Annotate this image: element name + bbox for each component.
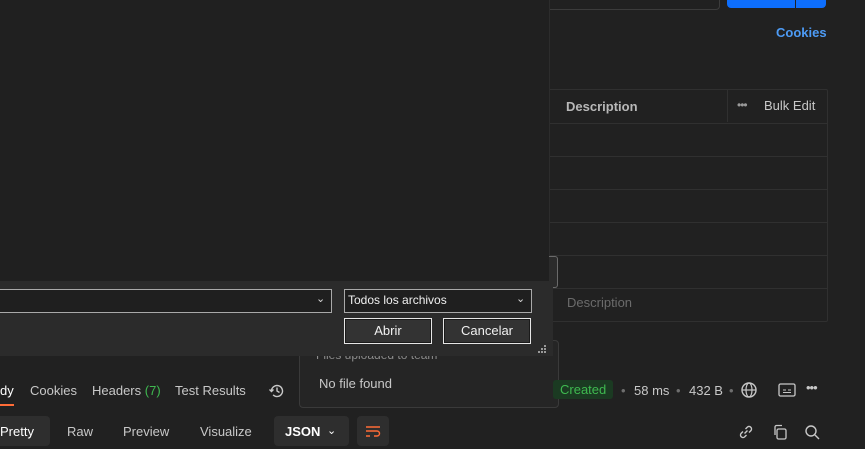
- column-header-description: Description: [566, 99, 638, 114]
- search-icon[interactable]: [803, 423, 821, 441]
- ellipsis-icon[interactable]: •••: [737, 98, 748, 112]
- tab-body[interactable]: dy: [0, 383, 14, 398]
- headers-count: (7): [144, 383, 161, 398]
- open-button[interactable]: Abrir: [344, 318, 432, 344]
- link-icon[interactable]: [737, 423, 755, 441]
- table-row: [541, 189, 827, 190]
- files-popup-empty: No file found: [319, 376, 392, 391]
- response-time[interactable]: 58 ms: [634, 383, 669, 398]
- view-tab-raw[interactable]: Raw: [67, 424, 93, 439]
- wrap-lines-button[interactable]: [357, 416, 389, 446]
- globe-icon[interactable]: [740, 381, 758, 399]
- file-dialog-browser-pane[interactable]: [0, 0, 550, 281]
- table-row: [541, 288, 827, 289]
- file-name-input[interactable]: [0, 289, 332, 313]
- separator-dot: •: [621, 383, 626, 398]
- response-size[interactable]: 432 B: [689, 383, 723, 398]
- more-options-icon[interactable]: •••: [806, 380, 818, 395]
- active-tab-indicator: [0, 404, 14, 406]
- view-tab-preview[interactable]: Preview: [123, 424, 169, 439]
- tab-headers[interactable]: Headers (7): [92, 383, 161, 398]
- copy-icon[interactable]: [771, 423, 789, 441]
- view-tab-pretty[interactable]: Pretty: [0, 424, 34, 439]
- table-row: [541, 255, 827, 256]
- chevron-down-icon: ⌄: [327, 425, 337, 437]
- resize-grip-icon[interactable]: [537, 344, 547, 354]
- tab-cookies[interactable]: Cookies: [30, 383, 77, 398]
- table-row: [541, 156, 827, 157]
- save-response-icon[interactable]: [778, 382, 796, 398]
- cookies-link[interactable]: Cookies: [776, 25, 827, 40]
- wrap-lines-icon: [366, 426, 381, 437]
- send-dropdown-button[interactable]: [796, 0, 826, 8]
- bulk-edit-button[interactable]: Bulk Edit: [764, 98, 815, 113]
- table-row: [541, 222, 827, 223]
- description-input[interactable]: Description: [567, 295, 632, 310]
- tab-headers-label: Headers: [92, 383, 142, 398]
- history-icon[interactable]: [268, 382, 286, 400]
- cancel-button[interactable]: Cancelar: [443, 318, 531, 344]
- separator-dot: •: [729, 383, 734, 398]
- table-row: [541, 123, 827, 124]
- separator-dot: •: [676, 383, 681, 398]
- tab-test-results[interactable]: Test Results: [175, 383, 246, 398]
- chevron-down-icon: ⌄: [516, 293, 526, 305]
- view-tab-visualize[interactable]: Visualize: [200, 424, 252, 439]
- params-table: [540, 89, 828, 322]
- chevron-down-icon[interactable]: ⌄: [316, 292, 325, 305]
- file-type-selected: Todos los archivos: [348, 293, 447, 307]
- status-badge[interactable]: Created: [553, 380, 614, 399]
- format-dropdown-label: JSON: [285, 424, 321, 439]
- send-button[interactable]: [727, 0, 795, 8]
- column-divider: [727, 90, 728, 122]
